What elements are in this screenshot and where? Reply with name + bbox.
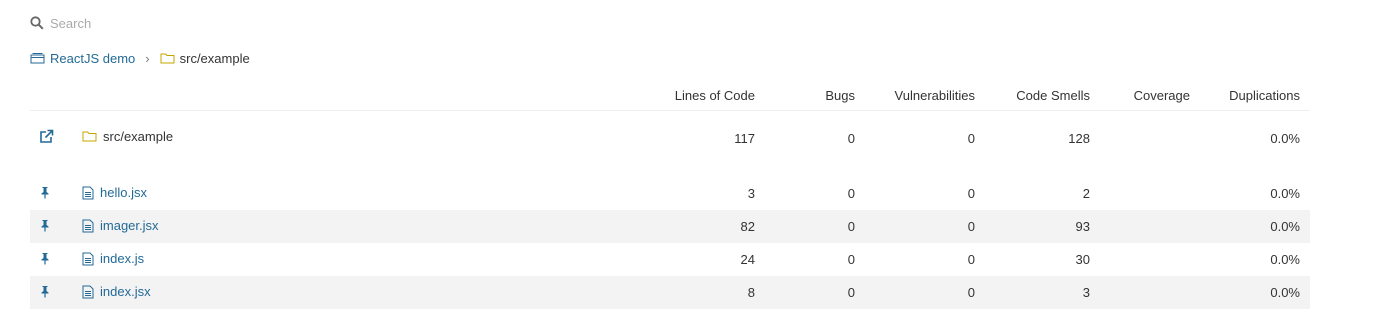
file-icon xyxy=(82,285,94,298)
header-lines-of-code: Lines of Code xyxy=(620,80,765,111)
file-name-cell: hello.jsx xyxy=(80,177,620,210)
header-icon xyxy=(30,80,80,111)
header-name xyxy=(80,80,620,111)
pin-icon[interactable] xyxy=(39,252,51,265)
file-vulnerabilities: 0 xyxy=(967,252,975,267)
file-loc: 8 xyxy=(620,276,765,309)
file-name-cell: imager.jsx xyxy=(80,210,620,243)
file-icon xyxy=(82,252,94,265)
pin-icon[interactable] xyxy=(39,186,51,199)
file-bugs: 0 xyxy=(847,186,855,201)
file-bugs: 0 xyxy=(765,210,865,243)
file-link[interactable]: index.jsx xyxy=(100,284,151,299)
pin-cell[interactable] xyxy=(30,276,80,309)
file-loc: 24 xyxy=(740,252,755,267)
pin-cell[interactable] xyxy=(30,210,80,243)
table-row: hello.jsx 3 0 0 2 0.0% xyxy=(30,177,1310,210)
breadcrumb: ReactJS demo › src/example xyxy=(30,48,250,68)
pin-icon[interactable] xyxy=(39,219,51,232)
spacer-row xyxy=(30,165,1310,177)
table-row: index.jsx 8 0 0 3 0.0% xyxy=(30,276,1310,309)
base-name: src/example xyxy=(103,128,174,144)
breadcrumb-current: src/example xyxy=(160,51,250,66)
file-duplications: 0.0% xyxy=(1200,210,1310,243)
file-code-smells: 30 xyxy=(1075,252,1090,267)
file-vulnerabilities: 0 xyxy=(865,210,985,243)
base-name-cell: src/example xyxy=(80,111,620,166)
base-coverage xyxy=(1100,111,1200,166)
file-duplications: 0.0% xyxy=(1270,252,1300,267)
file-bugs: 0 xyxy=(765,276,865,309)
pin-icon[interactable] xyxy=(39,285,51,298)
table-row: imager.jsx 82 0 0 93 0.0% xyxy=(30,210,1310,243)
file-coverage xyxy=(1100,276,1200,309)
measures-table: Lines of Code Bugs Vulnerabilities Code … xyxy=(30,80,1310,309)
table-header: Lines of Code Bugs Vulnerabilities Code … xyxy=(30,80,1310,111)
breadcrumb-project[interactable]: ReactJS demo xyxy=(30,51,135,66)
file-code-smells: 93 xyxy=(985,210,1100,243)
pin-cell[interactable] xyxy=(30,177,80,210)
file-coverage xyxy=(1100,243,1200,276)
file-duplications: 0.0% xyxy=(1200,276,1310,309)
search-icon xyxy=(30,16,44,30)
file-vulnerabilities: 0 xyxy=(865,276,985,309)
file-loc: 3 xyxy=(747,186,755,201)
open-external-icon[interactable] xyxy=(39,129,54,144)
base-code-smells: 128 xyxy=(1068,130,1090,146)
base-component-row: src/example 117 0 0 128 0.0% xyxy=(30,111,1310,166)
header-bugs: Bugs xyxy=(765,80,865,111)
file-name-cell: index.js xyxy=(80,243,620,276)
search-box[interactable] xyxy=(30,13,430,33)
file-bugs: 0 xyxy=(847,252,855,267)
base-vulnerabilities: 0 xyxy=(967,130,975,146)
base-loc: 117 xyxy=(734,130,755,146)
file-link[interactable]: hello.jsx xyxy=(100,185,147,200)
file-coverage xyxy=(1100,177,1200,210)
file-icon xyxy=(82,186,94,199)
header-code-smells: Code Smells xyxy=(985,80,1100,111)
file-duplications: 0.0% xyxy=(1270,186,1300,201)
file-link[interactable]: imager.jsx xyxy=(100,218,159,233)
search-input[interactable] xyxy=(50,15,410,31)
file-link[interactable]: index.js xyxy=(100,251,144,266)
file-coverage xyxy=(1100,210,1200,243)
folder-icon xyxy=(82,131,97,142)
file-vulnerabilities: 0 xyxy=(967,186,975,201)
file-code-smells: 2 xyxy=(1082,186,1090,201)
folder-icon xyxy=(160,53,175,64)
file-loc: 82 xyxy=(620,210,765,243)
header-duplications: Duplications xyxy=(1200,80,1310,111)
open-cell[interactable] xyxy=(30,111,80,166)
breadcrumb-current-label: src/example xyxy=(179,50,250,66)
base-bugs: 0 xyxy=(847,130,855,146)
base-duplications: 0.0% xyxy=(1270,130,1300,146)
header-vulnerabilities: Vulnerabilities xyxy=(865,80,985,111)
pin-cell[interactable] xyxy=(30,243,80,276)
breadcrumb-project-link[interactable]: ReactJS demo xyxy=(50,51,135,66)
file-name-cell: index.jsx xyxy=(80,276,620,309)
file-code-smells: 3 xyxy=(985,276,1100,309)
breadcrumb-separator: › xyxy=(145,50,150,66)
table-row: index.js 24 0 0 30 0.0% xyxy=(30,243,1310,276)
project-icon xyxy=(30,53,45,64)
file-icon xyxy=(82,219,94,232)
header-coverage: Coverage xyxy=(1100,80,1200,111)
